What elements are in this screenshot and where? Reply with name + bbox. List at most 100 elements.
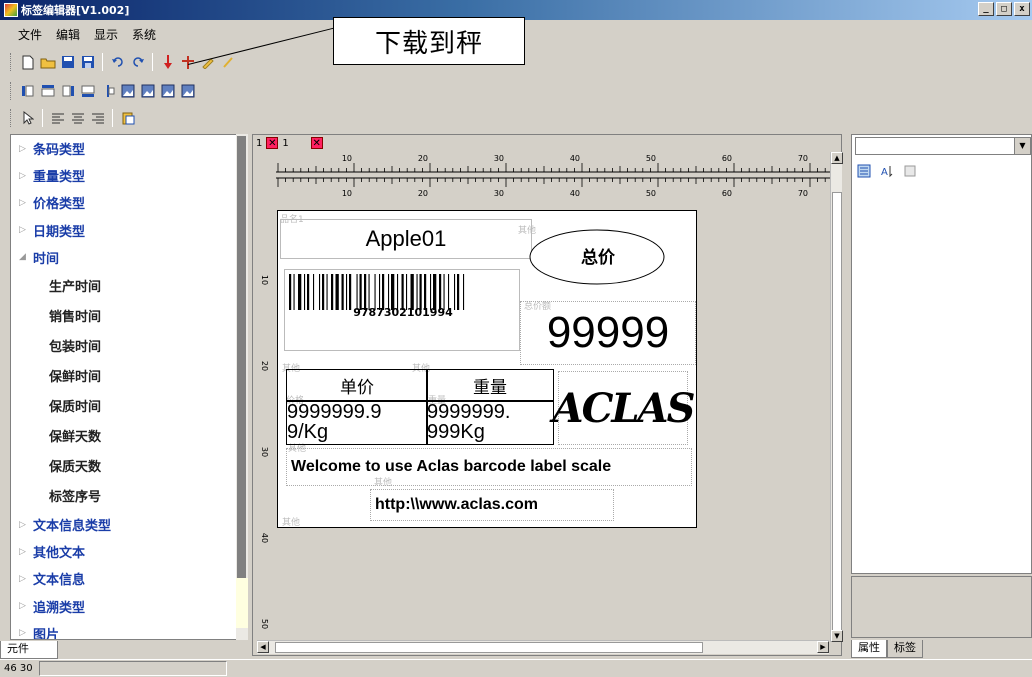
- total-price-value[interactable]: 99999: [520, 301, 696, 365]
- ruler-ticks: [276, 163, 830, 187]
- download-to-scale-icon[interactable]: [159, 54, 176, 71]
- align-bottom-icon[interactable]: [79, 83, 96, 100]
- expand-arrow-icon[interactable]: ▷: [19, 574, 33, 584]
- align-left-icon[interactable]: [19, 83, 36, 100]
- tree-item-production-time[interactable]: 生产时间: [11, 271, 246, 301]
- tree-item-sale-time[interactable]: 销售时间: [11, 301, 246, 331]
- canvas-horizontal-scrollbar[interactable]: ◀ ▶: [257, 640, 829, 654]
- tree-item-pack-time[interactable]: 包装时间: [11, 331, 246, 361]
- barcode-field[interactable]: 9787302101994: [284, 269, 520, 351]
- close-button[interactable]: x: [1014, 2, 1030, 16]
- status-bar: 46 30: [0, 659, 1032, 677]
- sidebar-scroll-thumb[interactable]: [237, 136, 246, 586]
- vertical-scroll-thumb[interactable]: [832, 192, 842, 632]
- scroll-down-icon[interactable]: ▼: [831, 630, 843, 642]
- tree-item-trace-type[interactable]: ▷ 追溯类型: [11, 593, 246, 620]
- collapse-arrow-icon[interactable]: ◢: [19, 252, 33, 262]
- open-folder-icon[interactable]: [39, 54, 56, 71]
- tree-item-date-type[interactable]: ▷ 日期类型: [11, 217, 246, 244]
- close-page-icon[interactable]: ✕: [310, 137, 323, 149]
- tree-item-expiry-days[interactable]: 保质天数: [11, 451, 246, 481]
- image-icon[interactable]: [119, 83, 136, 100]
- menu-view[interactable]: 显示: [94, 26, 118, 43]
- total-price-title[interactable]: 总价: [528, 243, 668, 268]
- tree-item-weight-type[interactable]: ▷ 重量类型: [11, 162, 246, 189]
- redo-icon[interactable]: [129, 54, 146, 71]
- expand-arrow-icon[interactable]: ▷: [19, 547, 33, 557]
- sort-alpha-icon[interactable]: A: [878, 163, 895, 180]
- tab-components[interactable]: 元件: [0, 641, 58, 659]
- maximize-button[interactable]: □: [996, 2, 1012, 16]
- toolbar-grip[interactable]: [10, 82, 13, 100]
- canvas-vertical-scrollbar[interactable]: ▲ ▼: [830, 152, 843, 642]
- tree-item-label-serial[interactable]: 标签序号: [11, 481, 246, 511]
- image-icon[interactable]: [179, 83, 196, 100]
- canvas-tab-row: 1 ✕ 1 ✕: [256, 135, 323, 151]
- tab-properties[interactable]: 属性: [851, 640, 887, 658]
- tree-item-text-info[interactable]: ▷ 文本信息: [11, 565, 246, 592]
- image-icon[interactable]: [139, 83, 156, 100]
- tree-item-time[interactable]: ◢ 时间: [11, 244, 246, 271]
- pointer-icon[interactable]: [19, 110, 36, 127]
- categorized-icon[interactable]: [855, 163, 872, 180]
- scroll-left-icon[interactable]: ◀: [257, 641, 269, 653]
- expand-arrow-icon[interactable]: ▷: [19, 520, 33, 530]
- tab-label[interactable]: 标签: [887, 640, 923, 658]
- scroll-right-icon[interactable]: ▶: [817, 641, 829, 653]
- image-icon[interactable]: [159, 83, 176, 100]
- weight-title[interactable]: 重量: [426, 369, 554, 401]
- product-name-field[interactable]: Apple01: [280, 219, 532, 259]
- toolbar-separator: [112, 109, 113, 127]
- unit-price-title[interactable]: 单价: [286, 369, 428, 401]
- close-page-icon[interactable]: ✕: [266, 137, 279, 149]
- url-text[interactable]: http:\\www.aclas.com: [370, 489, 614, 521]
- label-design[interactable]: 品名1 其他 总价额 其他 其他 价格 重量 其他 其他 其他 Apple01 …: [277, 210, 697, 528]
- tree-item-price-type[interactable]: ▷ 价格类型: [11, 189, 246, 216]
- toolbar-grip[interactable]: [10, 53, 13, 71]
- tree-item-text-info-type[interactable]: ▷ 文本信息类型: [11, 511, 246, 538]
- chevron-down-icon[interactable]: ▼: [1014, 138, 1030, 154]
- tree-item-image[interactable]: ▷ 图片: [11, 620, 246, 639]
- menu-system[interactable]: 系统: [132, 26, 156, 43]
- object-selector[interactable]: ▼: [855, 137, 1031, 155]
- expand-arrow-icon[interactable]: ▷: [19, 144, 33, 154]
- expand-arrow-icon[interactable]: ▷: [19, 601, 33, 611]
- text-align-left-icon[interactable]: [49, 110, 66, 127]
- property-pages-icon[interactable]: [901, 163, 918, 180]
- undo-icon[interactable]: [109, 54, 126, 71]
- expand-arrow-icon[interactable]: ▷: [19, 198, 33, 208]
- text-align-center-icon[interactable]: [69, 110, 86, 127]
- sidebar-scrollbar[interactable]: [236, 134, 248, 640]
- new-file-icon[interactable]: [19, 54, 36, 71]
- save-as-icon[interactable]: [79, 54, 96, 71]
- aclas-logo[interactable]: ACLAS: [553, 371, 695, 445]
- expand-arrow-icon[interactable]: ▷: [19, 225, 33, 235]
- tree-item-fresh-days[interactable]: 保鲜天数: [11, 421, 246, 451]
- align-right-icon[interactable]: [59, 83, 76, 100]
- expand-arrow-icon[interactable]: ▷: [19, 628, 33, 638]
- menu-file[interactable]: 文件: [18, 26, 42, 43]
- paste-icon[interactable]: [119, 110, 136, 127]
- align-center-icon[interactable]: [99, 83, 116, 100]
- menu-edit[interactable]: 编辑: [56, 26, 80, 43]
- tree-item-barcode-type[interactable]: ▷ 条码类型: [11, 135, 246, 162]
- ruler-label: 10: [342, 189, 352, 198]
- save-icon[interactable]: [59, 54, 76, 71]
- welcome-text[interactable]: Welcome to use Aclas barcode label scale: [286, 448, 692, 486]
- toolbar-grip[interactable]: [10, 109, 13, 127]
- horizontal-scroll-thumb[interactable]: [275, 642, 703, 653]
- expand-arrow-icon[interactable]: ▷: [19, 171, 33, 181]
- unit-price-value[interactable]: 9999999.9 9/Kg: [286, 401, 428, 445]
- text-align-right-icon[interactable]: [89, 110, 106, 127]
- scroll-up-icon[interactable]: ▲: [831, 152, 843, 164]
- pencil-icon[interactable]: [199, 54, 216, 71]
- tree-item-fresh-time[interactable]: 保鲜时间: [11, 361, 246, 391]
- sidebar-scroll-track: [236, 578, 248, 628]
- align-top-icon[interactable]: [39, 83, 56, 100]
- barcode-bar: [341, 274, 344, 310]
- weight-value[interactable]: 9999999. 999Kg: [426, 401, 554, 445]
- tree-item-expiry-time[interactable]: 保质时间: [11, 391, 246, 421]
- minimize-button[interactable]: _: [978, 2, 994, 16]
- tree-item-other-text[interactable]: ▷ 其他文本: [11, 538, 246, 565]
- tree-label: 价格类型: [33, 197, 86, 213]
